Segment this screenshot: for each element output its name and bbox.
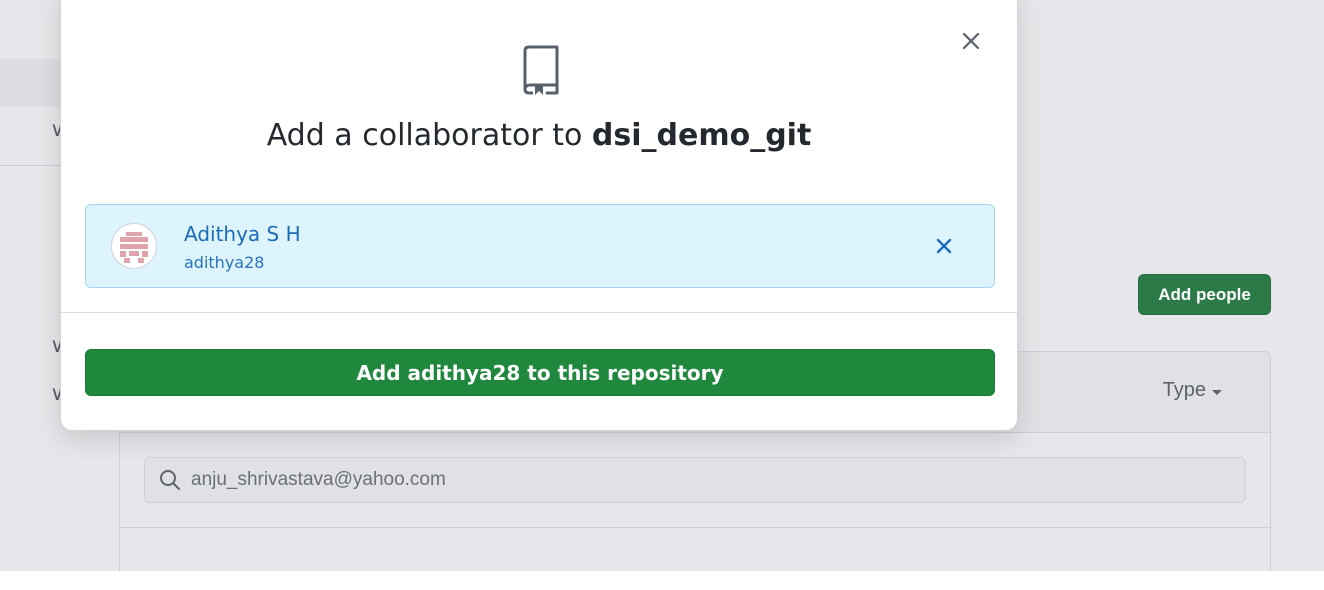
- dialog-divider: [61, 312, 1017, 313]
- add-people-button[interactable]: Add people: [1138, 274, 1271, 315]
- table-row-divider: [120, 527, 1270, 528]
- avatar: [111, 223, 157, 269]
- dialog-title-prefix: Add a collaborator to: [266, 118, 592, 153]
- add-collaborator-dialog: Add a collaborator to dsi_demo_git Adith…: [60, 0, 1018, 431]
- dialog-title: Add a collaborator to dsi_demo_git: [61, 118, 1017, 153]
- repo-name: dsi_demo_git: [591, 118, 812, 153]
- caret-down-icon: [1212, 389, 1222, 395]
- selected-user-name[interactable]: Adithya S H: [184, 222, 301, 246]
- type-filter-dropdown[interactable]: Type: [1163, 379, 1222, 402]
- search-input-value: anju_shrivastava@yahoo.com: [191, 469, 446, 490]
- selected-user-card: Adithya S H adithya28: [85, 204, 995, 288]
- type-filter-label: Type: [1162, 379, 1206, 401]
- repo-icon: [523, 45, 559, 95]
- sidebar-selected-row[interactable]: [0, 59, 64, 107]
- selected-user-login: adithya28: [184, 253, 265, 272]
- search-collaborators-input[interactable]: anju_shrivastava@yahoo.com: [144, 457, 1246, 503]
- remove-user-icon[interactable]: [932, 234, 956, 258]
- sidebar-divider: [0, 165, 64, 166]
- search-icon: [160, 470, 180, 490]
- close-icon[interactable]: [957, 27, 985, 55]
- add-collaborator-button[interactable]: Add adithya28 to this repository: [85, 349, 995, 396]
